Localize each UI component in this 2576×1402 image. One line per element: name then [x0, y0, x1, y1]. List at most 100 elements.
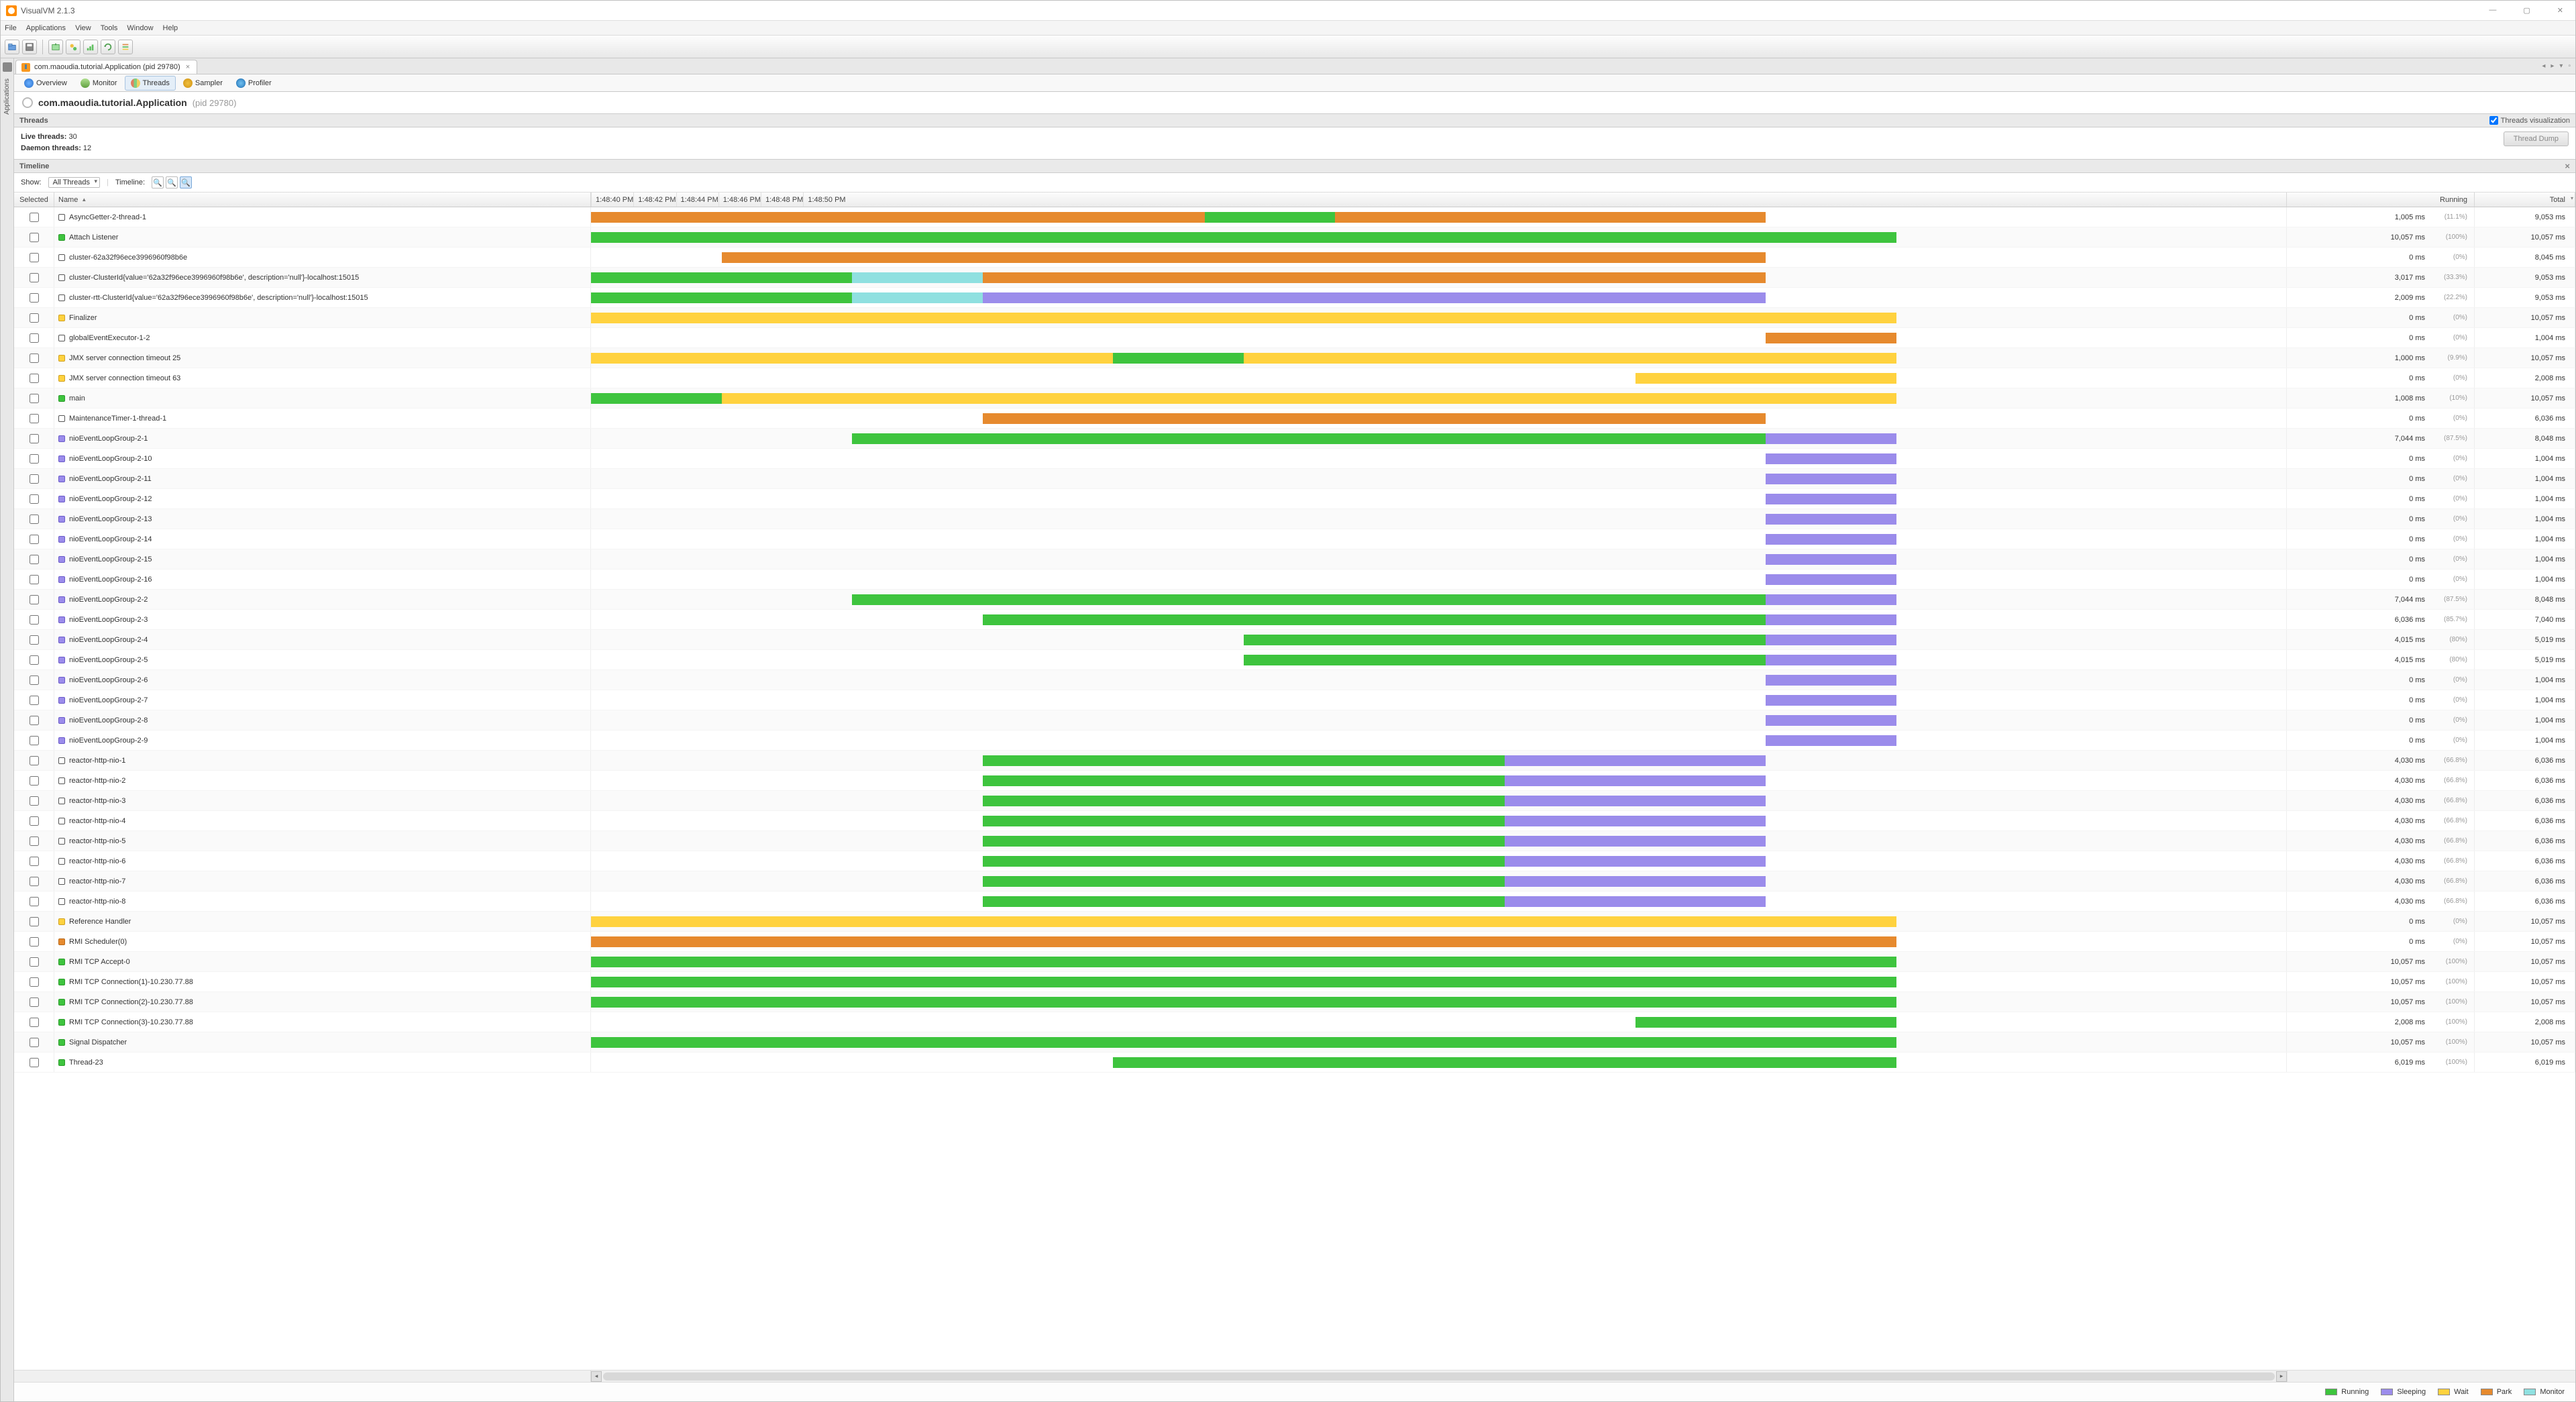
tab-scroll-left-icon[interactable]: ◂ [2540, 62, 2547, 70]
thread-select-checkbox[interactable] [30, 816, 39, 826]
toolbar-thread-icon[interactable] [118, 40, 133, 54]
thread-select-checkbox[interactable] [30, 997, 39, 1007]
thread-row[interactable]: nioEventLoopGroup-2-100 ms(0%)1,004 ms [14, 449, 2575, 469]
thread-select-checkbox[interactable] [30, 736, 39, 745]
thread-row[interactable]: nioEventLoopGroup-2-60 ms(0%)1,004 ms [14, 670, 2575, 690]
thread-row[interactable]: nioEventLoopGroup-2-80 ms(0%)1,004 ms [14, 710, 2575, 731]
thread-select-checkbox[interactable] [30, 1058, 39, 1067]
thread-row[interactable]: reactor-http-nio-64,030 ms(66.8%)6,036 m… [14, 851, 2575, 871]
thread-select-checkbox[interactable] [30, 454, 39, 464]
menu-tools[interactable]: Tools [101, 24, 118, 32]
close-button[interactable]: ✕ [2551, 5, 2570, 16]
menu-window[interactable]: Window [127, 24, 153, 32]
tab-scroll-right-icon[interactable]: ▸ [2548, 62, 2556, 70]
thread-select-checkbox[interactable] [30, 655, 39, 665]
thread-select-checkbox[interactable] [30, 676, 39, 685]
menu-file[interactable]: File [5, 24, 17, 32]
thread-row[interactable]: Attach Listener10,057 ms(100%)10,057 ms [14, 227, 2575, 248]
thread-select-checkbox[interactable] [30, 696, 39, 705]
thread-row[interactable]: Reference Handler0 ms(0%)10,057 ms [14, 912, 2575, 932]
thread-select-checkbox[interactable] [30, 937, 39, 947]
zoom-out-icon[interactable]: 🔍 [152, 176, 164, 188]
thread-select-checkbox[interactable] [30, 1018, 39, 1027]
tab-profiler[interactable]: Profiler [230, 76, 278, 91]
thread-row[interactable]: RMI TCP Accept-010,057 ms(100%)10,057 ms [14, 952, 2575, 972]
hscroll-track[interactable]: ◂ ▸ [591, 1370, 2287, 1382]
thread-select-checkbox[interactable] [30, 293, 39, 303]
maximize-button[interactable]: ▢ [2516, 5, 2536, 16]
thread-select-checkbox[interactable] [30, 796, 39, 806]
show-filter-dropdown[interactable]: All Threads [48, 177, 100, 188]
thread-select-checkbox[interactable] [30, 354, 39, 363]
thread-select-checkbox[interactable] [30, 555, 39, 564]
tab-monitor[interactable]: Monitor [74, 76, 123, 91]
thread-dump-button[interactable]: Thread Dump [2504, 131, 2569, 146]
thread-row[interactable]: cluster-ClusterId{value='62a32f96ece3996… [14, 268, 2575, 288]
thread-select-checkbox[interactable] [30, 635, 39, 645]
thread-row[interactable]: nioEventLoopGroup-2-54,015 ms(80%)5,019 … [14, 650, 2575, 670]
toolbar-snapshot-icon[interactable] [48, 40, 63, 54]
thread-select-checkbox[interactable] [30, 233, 39, 242]
thread-select-checkbox[interactable] [30, 394, 39, 403]
toolbar-gc-icon[interactable] [101, 40, 115, 54]
thread-select-checkbox[interactable] [30, 1038, 39, 1047]
thread-row[interactable]: globalEventExecutor-1-20 ms(0%)1,004 ms [14, 328, 2575, 348]
thread-row[interactable]: JMX server connection timeout 251,000 ms… [14, 348, 2575, 368]
thread-row[interactable]: reactor-http-nio-24,030 ms(66.8%)6,036 m… [14, 771, 2575, 791]
thread-select-checkbox[interactable] [30, 333, 39, 343]
thread-select-checkbox[interactable] [30, 897, 39, 906]
thread-row[interactable]: JMX server connection timeout 630 ms(0%)… [14, 368, 2575, 388]
thread-select-checkbox[interactable] [30, 877, 39, 886]
thread-row[interactable]: reactor-http-nio-34,030 ms(66.8%)6,036 m… [14, 791, 2575, 811]
zoom-fit-icon[interactable]: 🔍 [180, 176, 192, 188]
thread-row[interactable]: MaintenanceTimer-1-thread-10 ms(0%)6,036… [14, 409, 2575, 429]
thread-select-checkbox[interactable] [30, 857, 39, 866]
thread-select-checkbox[interactable] [30, 837, 39, 846]
thread-row[interactable]: nioEventLoopGroup-2-150 ms(0%)1,004 ms [14, 549, 2575, 570]
toolbar-heap-icon[interactable] [83, 40, 98, 54]
column-name[interactable]: Name ▲ [54, 193, 591, 207]
thread-select-checkbox[interactable] [30, 595, 39, 604]
zoom-in-icon[interactable]: 🔍 [166, 176, 178, 188]
thread-row[interactable]: nioEventLoopGroup-2-120 ms(0%)1,004 ms [14, 489, 2575, 509]
thread-row[interactable]: main1,008 ms(10%)10,057 ms [14, 388, 2575, 409]
hscroll-thumb[interactable] [603, 1372, 2275, 1381]
timeline-close-icon[interactable]: × [2565, 161, 2570, 171]
thread-select-checkbox[interactable] [30, 213, 39, 222]
thread-select-checkbox[interactable] [30, 535, 39, 544]
thread-row[interactable]: nioEventLoopGroup-2-70 ms(0%)1,004 ms [14, 690, 2575, 710]
thread-select-checkbox[interactable] [30, 515, 39, 524]
tab-threads[interactable]: Threads [125, 76, 176, 91]
thread-select-checkbox[interactable] [30, 474, 39, 484]
thread-row[interactable]: nioEventLoopGroup-2-27,044 ms(87.5%)8,04… [14, 590, 2575, 610]
scroll-left-icon[interactable]: ◂ [591, 1371, 602, 1382]
thread-row[interactable]: nioEventLoopGroup-2-17,044 ms(87.5%)8,04… [14, 429, 2575, 449]
tab-dropdown-icon[interactable]: ▾ [2557, 62, 2565, 70]
tab-overview[interactable]: Overview [18, 76, 73, 91]
thread-row[interactable]: AsyncGetter-2-thread-11,005 ms(11.1%)9,0… [14, 207, 2575, 227]
threads-visualization-checkbox[interactable] [2489, 116, 2498, 125]
thread-row[interactable]: Thread-236,019 ms(100%)6,019 ms [14, 1053, 2575, 1073]
scroll-right-icon[interactable]: ▸ [2276, 1371, 2287, 1382]
thread-row[interactable]: nioEventLoopGroup-2-140 ms(0%)1,004 ms [14, 529, 2575, 549]
column-selected[interactable]: Selected [14, 193, 54, 207]
thread-row[interactable]: reactor-http-nio-14,030 ms(66.8%)6,036 m… [14, 751, 2575, 771]
thread-row[interactable]: nioEventLoopGroup-2-44,015 ms(80%)5,019 … [14, 630, 2575, 650]
thread-row[interactable]: reactor-http-nio-84,030 ms(66.8%)6,036 m… [14, 892, 2575, 912]
thread-select-checkbox[interactable] [30, 615, 39, 625]
thread-select-checkbox[interactable] [30, 313, 39, 323]
thread-select-checkbox[interactable] [30, 917, 39, 926]
thread-row[interactable]: RMI TCP Connection(1)-10.230.77.8810,057… [14, 972, 2575, 992]
column-running[interactable]: Running [2287, 193, 2475, 207]
thread-select-checkbox[interactable] [30, 434, 39, 443]
column-menu-icon[interactable]: ▾ [2571, 195, 2573, 201]
toolbar-plugin-icon[interactable] [66, 40, 80, 54]
tab-maximize-icon[interactable]: ▫ [2566, 62, 2573, 70]
thread-row[interactable]: nioEventLoopGroup-2-160 ms(0%)1,004 ms [14, 570, 2575, 590]
thread-select-checkbox[interactable] [30, 414, 39, 423]
thread-select-checkbox[interactable] [30, 253, 39, 262]
menu-view[interactable]: View [75, 24, 91, 32]
close-tab-icon[interactable]: × [184, 63, 191, 71]
thread-row[interactable]: nioEventLoopGroup-2-130 ms(0%)1,004 ms [14, 509, 2575, 529]
thread-row[interactable]: nioEventLoopGroup-2-36,036 ms(85.7%)7,04… [14, 610, 2575, 630]
